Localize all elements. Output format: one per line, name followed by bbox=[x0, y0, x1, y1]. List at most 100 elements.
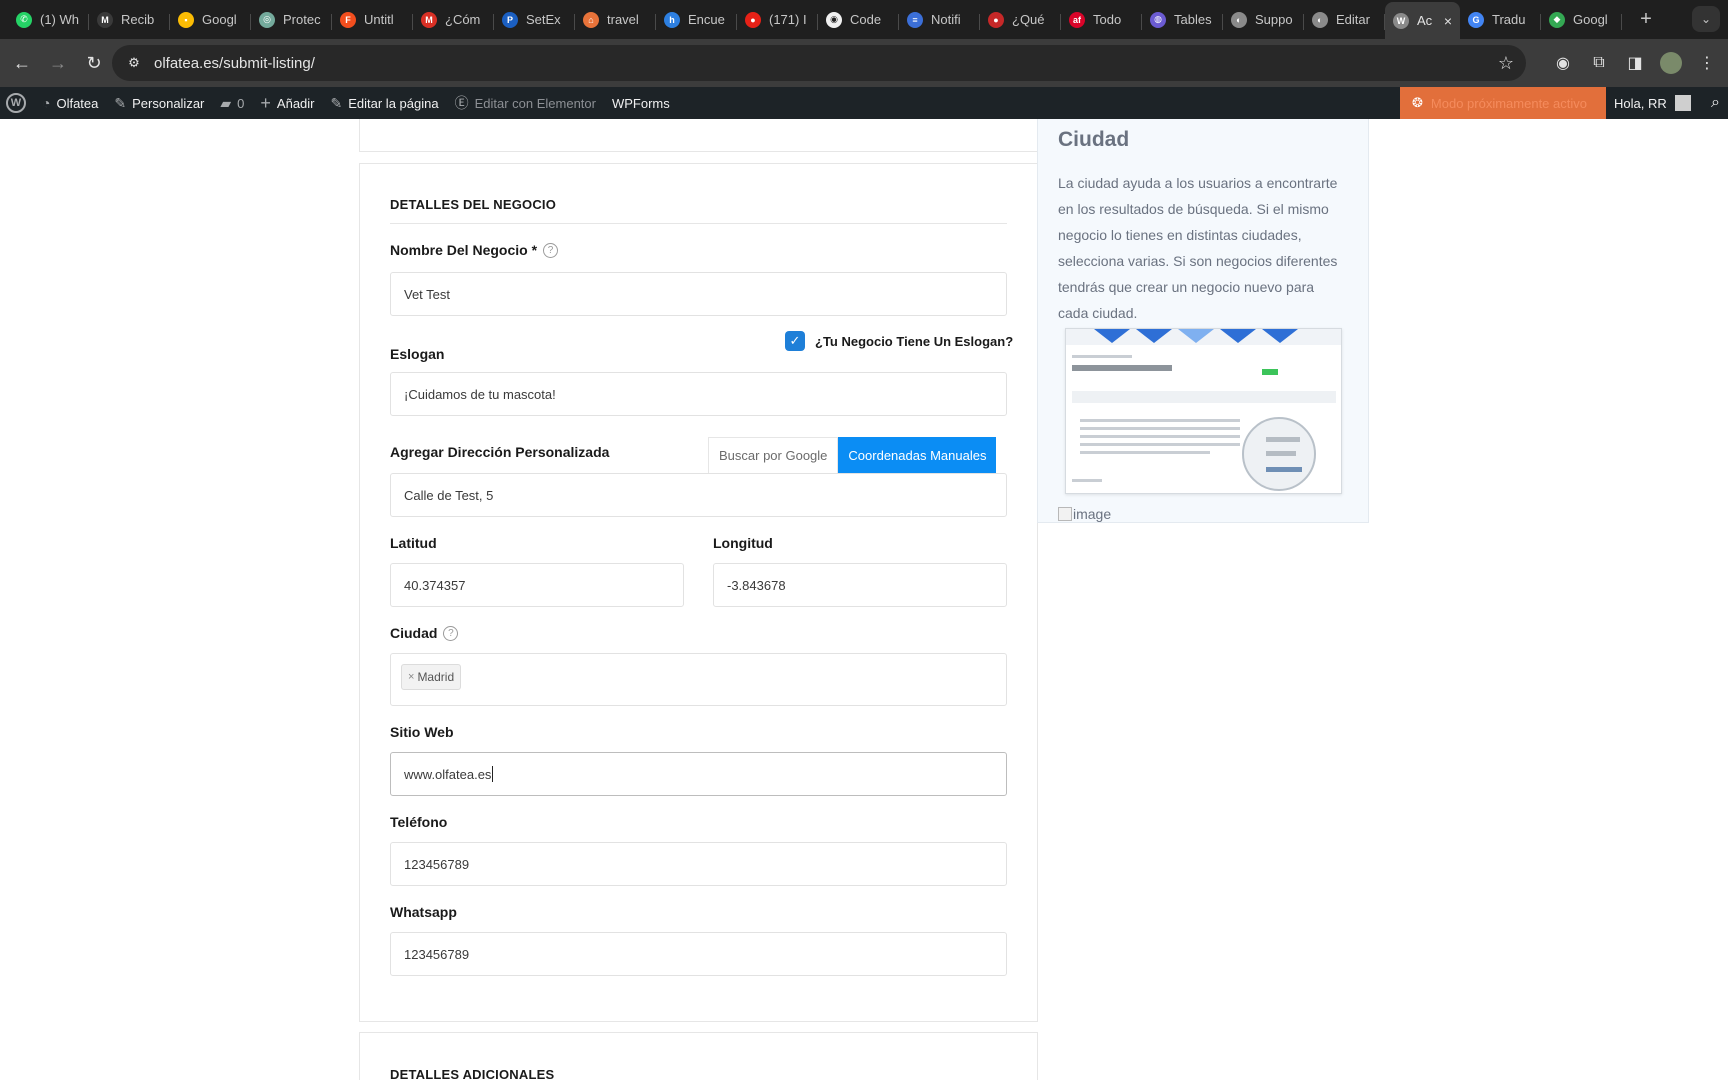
browser-tab[interactable]: ✆ (1) Wh bbox=[8, 4, 89, 36]
browser-tab[interactable]: ◐ Editar bbox=[1304, 4, 1385, 36]
additional-details-card: DETALLES ADICIONALES bbox=[359, 1032, 1038, 1080]
business-name-label-text: Nombre Del Negocio * bbox=[390, 242, 538, 258]
browser-tab[interactable]: M ¿Cóm bbox=[413, 4, 494, 36]
longitude-input[interactable]: -3.843678 bbox=[713, 563, 1007, 607]
city-tag[interactable]: × Madrid bbox=[401, 664, 462, 690]
elementor-label: Editar con Elementor bbox=[474, 95, 596, 111]
tab-title: Googl bbox=[202, 12, 237, 27]
browser-menu-icon[interactable]: ⋮ bbox=[1696, 52, 1718, 74]
browser-tab[interactable]: F Untitl bbox=[332, 4, 413, 36]
browser-tab[interactable]: ≡ Notifi bbox=[899, 4, 980, 36]
profile-avatar[interactable] bbox=[1660, 52, 1682, 74]
browser-tab[interactable]: ● ¿Qué bbox=[980, 4, 1061, 36]
business-name-input[interactable]: Vet Test bbox=[390, 272, 1007, 316]
mock-line bbox=[1072, 365, 1172, 371]
browser-tab[interactable]: ◍ Tables bbox=[1142, 4, 1223, 36]
browser-tab[interactable]: ⌂ travel bbox=[575, 4, 656, 36]
wp-admin-bar: W ◔ Olfatea ✎ Personalizar ▰ 0 + Añadir … bbox=[0, 87, 1728, 119]
phone-input[interactable]: 123456789 bbox=[390, 842, 1007, 886]
browser-tab[interactable]: ◐ Suppo bbox=[1223, 4, 1304, 36]
mock-line bbox=[1080, 451, 1210, 454]
slogan-checkbox[interactable]: ✓ ¿Tu Negocio Tiene Un Eslogan? bbox=[785, 331, 1013, 351]
github-icon: ◉ bbox=[826, 11, 842, 28]
google-search-tab[interactable]: Buscar por Google bbox=[708, 437, 839, 473]
help-panel: Ciudad La ciudad ayuda a los usuarios a … bbox=[1037, 119, 1369, 523]
puzzle-extensions-icon[interactable]: ⧉ bbox=[1588, 52, 1610, 74]
browser-tab[interactable]: G Tradu bbox=[1460, 4, 1541, 36]
longitude-label: Longitud bbox=[713, 535, 773, 551]
mock-line bbox=[1080, 443, 1240, 446]
new-tab-button[interactable]: + bbox=[1634, 8, 1658, 31]
manual-coordinates-tab[interactable]: Coordenadas Manuales bbox=[838, 437, 997, 473]
address-bar[interactable]: ⚙ olfatea.es/submit-listing/ ☆ bbox=[112, 45, 1526, 81]
browser-tab[interactable]: ◆ Googl bbox=[1541, 4, 1622, 36]
tab-search-button[interactable]: ⌄ bbox=[1692, 6, 1720, 32]
browser-tab[interactable]: ● (171) I bbox=[737, 4, 818, 36]
address-input[interactable]: Calle de Test, 5 bbox=[390, 473, 1007, 517]
comments-link[interactable]: ▰ 0 bbox=[212, 87, 252, 119]
remove-tag-icon[interactable]: × bbox=[408, 671, 414, 683]
back-button[interactable]: ← bbox=[4, 45, 40, 81]
site-name-link[interactable]: ◔ Olfatea bbox=[34, 87, 106, 119]
elementor-link[interactable]: Ⓔ Editar con Elementor bbox=[447, 87, 604, 119]
forward-button[interactable]: → bbox=[40, 45, 76, 81]
red-dot-icon: ● bbox=[988, 11, 1004, 28]
tab-title: SetEx bbox=[526, 12, 561, 27]
mock-line bbox=[1266, 437, 1300, 442]
help-question-icon[interactable]: ? bbox=[443, 625, 459, 641]
add-new-link[interactable]: + Añadir bbox=[252, 87, 322, 119]
comments-count: 0 bbox=[237, 95, 245, 111]
mock-line bbox=[1080, 435, 1240, 438]
add-new-label: Añadir bbox=[276, 95, 315, 111]
bookmark-star-icon[interactable]: ☆ bbox=[1498, 53, 1514, 74]
browser-tab[interactable]: h Encue bbox=[656, 4, 737, 36]
tab-title: travel bbox=[607, 12, 639, 27]
customize-link[interactable]: ✎ Personalizar bbox=[106, 87, 212, 119]
extension-icon[interactable]: ◉ bbox=[1552, 52, 1574, 74]
checkmark-icon[interactable]: ✓ bbox=[785, 331, 805, 351]
browser-tab[interactable]: ◉ Code bbox=[818, 4, 899, 36]
search-icon[interactable]: ⌕ bbox=[1711, 87, 1720, 119]
elementor-icon: Ⓔ bbox=[454, 95, 469, 111]
tab-title: Untitl bbox=[364, 12, 394, 27]
help-question-icon[interactable]: ? bbox=[543, 242, 559, 258]
account-menu[interactable]: Hola, RR bbox=[1606, 87, 1699, 119]
browser-tab[interactable]: M Recib bbox=[89, 4, 170, 36]
wpforms-label: WPForms bbox=[611, 95, 670, 111]
help-text: La ciudad ayuda a los usuarios a encontr… bbox=[1058, 175, 1338, 321]
browser-tab[interactable]: af Todo bbox=[1061, 4, 1142, 36]
browser-tab[interactable]: P SetEx bbox=[494, 4, 575, 36]
browser-tab[interactable]: W Ac × bbox=[1385, 2, 1460, 39]
address-label: Agregar Dirección Personalizada bbox=[390, 444, 610, 460]
wp-logo-menu[interactable]: W bbox=[0, 87, 34, 119]
mock-banner-shape bbox=[1094, 329, 1130, 343]
browser-tab[interactable]: ▪ Googl bbox=[170, 4, 251, 36]
tab-title: Encue bbox=[688, 12, 725, 27]
wpforms-link[interactable]: WPForms bbox=[604, 87, 678, 119]
side-panel-icon[interactable]: ◨ bbox=[1624, 52, 1646, 74]
site-info-icon[interactable]: ⚙ bbox=[126, 55, 142, 71]
browser-tab[interactable]: ◎ Protec bbox=[251, 4, 332, 36]
latitude-label: Latitud bbox=[390, 535, 437, 551]
customize-label: Personalizar bbox=[132, 95, 205, 111]
latitude-input[interactable]: 40.374357 bbox=[390, 563, 684, 607]
reload-button[interactable]: ↻ bbox=[76, 45, 112, 81]
figma-icon: F bbox=[340, 11, 356, 28]
close-tab-icon[interactable]: × bbox=[1444, 13, 1452, 29]
plus-icon: + bbox=[260, 92, 271, 113]
whatsapp-input[interactable]: 123456789 bbox=[390, 932, 1007, 976]
business-name-label: Nombre Del Negocio * ? bbox=[390, 242, 559, 258]
phone-label: Teléfono bbox=[390, 814, 448, 830]
youtube-icon: ● bbox=[745, 11, 761, 28]
slogan-input[interactable]: ¡Cuidamos de tu mascota! bbox=[390, 372, 1007, 416]
latitude-value: 40.374357 bbox=[404, 577, 466, 593]
city-label: Ciudad ? bbox=[390, 625, 459, 641]
city-select[interactable]: × Madrid bbox=[390, 653, 1007, 706]
edit-page-link[interactable]: ✎ Editar la página bbox=[323, 87, 447, 119]
slogan-checkbox-label: ¿Tu Negocio Tiene Un Eslogan? bbox=[815, 333, 1014, 349]
coming-soon-notice[interactable]: ❂ Modo próximamente activo bbox=[1400, 87, 1606, 119]
website-input[interactable]: www.olfatea.es bbox=[390, 752, 1007, 796]
whatsapp-value: 123456789 bbox=[404, 946, 470, 962]
mock-magnifier bbox=[1242, 417, 1316, 491]
broken-image: image bbox=[1058, 506, 1111, 522]
